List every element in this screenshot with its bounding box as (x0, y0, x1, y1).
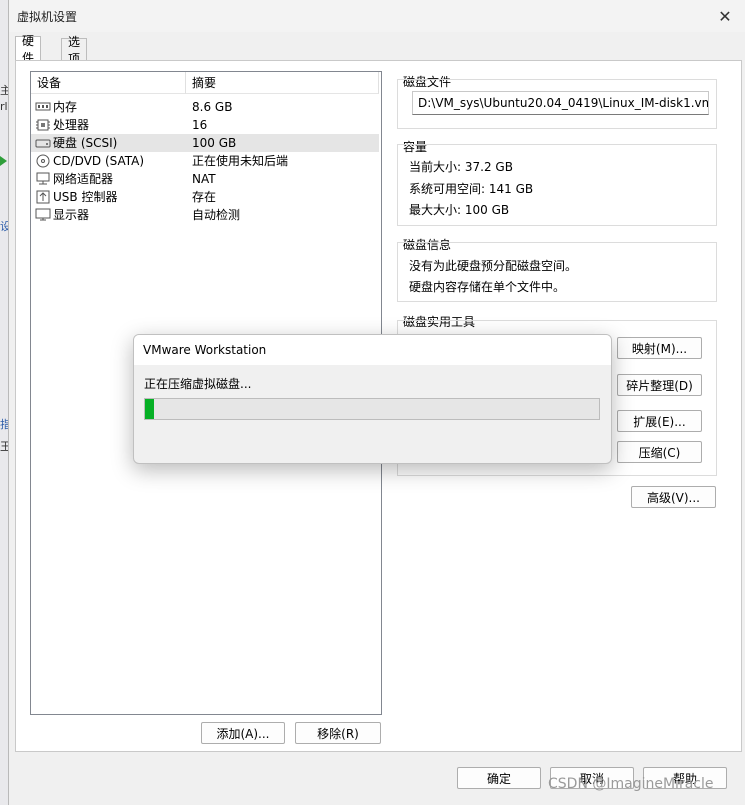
device-name: CD/DVD (SATA) (53, 154, 145, 168)
device-row-hard-disk[interactable]: 硬盘 (SCSI) 100 GB (31, 134, 379, 152)
summary-column-header[interactable]: 摘要 (186, 72, 379, 94)
progress-dialog-title-bar: VMware Workstation (134, 335, 611, 365)
disk-info-line2: 硬盘内容存储在单个文件中。 (409, 280, 566, 294)
cd-dvd-icon (36, 154, 50, 168)
device-row-usb[interactable]: USB 控制器 存在 (31, 188, 379, 206)
title-bar: 虚拟机设置 ✕ (9, 0, 745, 32)
processor-icon (36, 119, 50, 131)
remove-button[interactable]: 移除(R) (295, 722, 381, 744)
device-name: 显示器 (53, 208, 90, 222)
background-glyph: rl (0, 100, 8, 113)
device-name: USB 控制器 (53, 190, 118, 204)
device-column-header[interactable]: 设备 (31, 72, 186, 94)
map-button[interactable]: 映射(M)... (617, 337, 702, 359)
disk-file-path-field[interactable]: D:\VM_sys\Ubuntu20.04_0419\Linux_IM-disk… (412, 91, 709, 115)
hard-disk-icon (35, 139, 51, 148)
expand-button[interactable]: 扩展(E)... (617, 410, 702, 432)
background-glyph: 王 (0, 440, 8, 453)
close-icon[interactable]: ✕ (714, 5, 736, 27)
ok-button[interactable]: 确定 (457, 767, 541, 789)
device-row-display[interactable]: 显示器 自动检测 (31, 206, 379, 224)
network-adapter-icon (36, 172, 50, 185)
device-summary: 100 GB (192, 136, 237, 150)
disk-info-line1: 没有为此硬盘预分配磁盘空间。 (409, 259, 578, 273)
tab-hardware[interactable]: 硬件 (15, 34, 42, 65)
device-summary: 8.6 GB (192, 100, 233, 114)
device-summary: 16 (192, 118, 208, 132)
device-name: 网络适配器 (53, 172, 114, 186)
progress-message: 正在压缩虚拟磁盘... (144, 377, 252, 391)
device-row-memory[interactable]: 内存 8.6 GB (31, 98, 379, 116)
background-glyph: 设 (0, 220, 8, 233)
device-name: 硬盘 (SCSI) (53, 136, 118, 150)
watermark: CSDN @ImagineMiracle (548, 776, 714, 792)
device-row-network[interactable]: 网络适配器 NAT (31, 170, 379, 188)
progress-bar (144, 398, 600, 420)
device-summary: 正在使用未知后端 (192, 154, 289, 168)
device-name: 处理器 (53, 118, 90, 132)
memory-icon (35, 102, 51, 111)
defragment-button[interactable]: 碎片整理(D) (617, 374, 702, 396)
display-icon (35, 208, 51, 221)
compact-button[interactable]: 压缩(C) (617, 441, 702, 463)
progress-dialog: VMware Workstation 正在压缩虚拟磁盘... (133, 334, 612, 464)
device-summary: 自动检测 (192, 208, 241, 222)
device-summary: NAT (192, 172, 216, 186)
current-size-text: 当前大小: 37.2 GB (409, 160, 513, 174)
add-button[interactable]: 添加(A)... (201, 722, 285, 744)
advanced-button[interactable]: 高级(V)... (631, 486, 716, 508)
play-icon (0, 156, 7, 166)
max-size-text: 最大大小: 100 GB (409, 203, 510, 217)
device-row-processor[interactable]: 处理器 16 (31, 116, 379, 134)
progress-dialog-title: VMware Workstation (143, 343, 267, 357)
background-glyph: 指 (0, 418, 8, 431)
window-title: 虚拟机设置 (17, 10, 78, 24)
device-summary: 存在 (192, 190, 217, 204)
tab-options[interactable]: 选项 (61, 35, 88, 66)
background-glyph: 主 (0, 84, 8, 97)
device-row-cd-dvd[interactable]: CD/DVD (SATA) 正在使用未知后端 (31, 152, 379, 170)
device-name: 内存 (53, 100, 78, 114)
progress-bar-fill (145, 399, 154, 419)
available-space-text: 系统可用空间: 141 GB (409, 182, 534, 196)
usb-icon (36, 190, 50, 204)
